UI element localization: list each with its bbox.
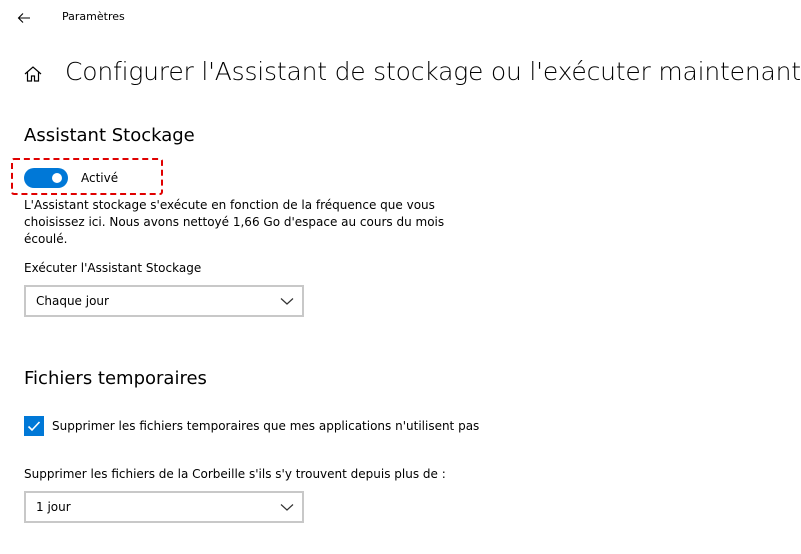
page-title: Configurer l'Assistant de stockage ou l'…	[65, 57, 801, 86]
settings-page: Paramètres Configurer l'Assistant de sto…	[0, 0, 801, 554]
chevron-down-icon	[280, 298, 294, 305]
recycle-bin-dropdown[interactable]: 1 jour	[24, 491, 304, 523]
delete-temp-files-checkbox[interactable]	[24, 416, 44, 436]
recycle-bin-value: 1 jour	[36, 500, 71, 514]
back-arrow-icon	[17, 13, 30, 23]
app-title: Paramètres	[62, 10, 125, 23]
home-button[interactable]	[23, 64, 43, 84]
toggle-state-label: Activé	[81, 171, 119, 185]
storage-sense-description: L'Assistant stockage s'exécute en foncti…	[24, 198, 445, 246]
recycle-bin-label: Supprimer les fichiers de la Corbeille s…	[24, 467, 446, 481]
run-frequency-dropdown[interactable]: Chaque jour	[24, 285, 304, 317]
delete-temp-files-label: Supprimer les fichiers temporaires que m…	[52, 419, 480, 433]
home-icon	[24, 66, 42, 82]
temp-files-heading: Fichiers temporaires	[24, 368, 207, 389]
storage-sense-heading: Assistant Stockage	[24, 125, 195, 146]
toggle-knob	[52, 173, 62, 183]
chevron-down-icon	[280, 504, 294, 511]
title-bar: Paramètres	[0, 0, 801, 36]
storage-sense-toggle[interactable]	[24, 168, 68, 188]
checkmark-icon	[27, 421, 41, 432]
run-frequency-value: Chaque jour	[36, 294, 109, 308]
back-button[interactable]	[10, 6, 38, 30]
run-frequency-label: Exécuter l'Assistant Stockage	[24, 261, 202, 275]
